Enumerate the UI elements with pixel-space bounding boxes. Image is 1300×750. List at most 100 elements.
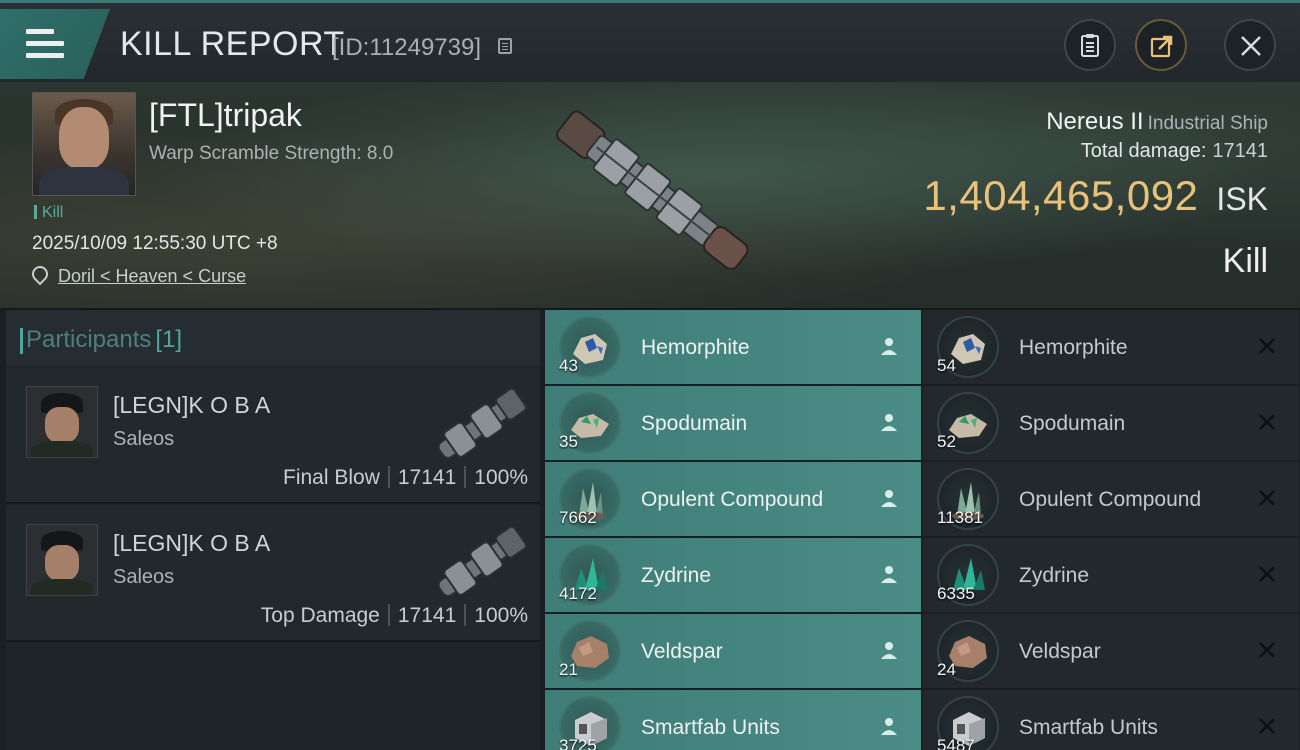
close-button[interactable]: [1224, 19, 1276, 71]
total-damage-value: 17141: [1212, 140, 1268, 162]
item-quantity: 24: [937, 660, 956, 679]
item-name: Spodumain: [1019, 412, 1126, 435]
item-quantity: 3725: [559, 736, 597, 750]
close-icon: [1241, 36, 1261, 56]
victim-banner: [FTL]tripak Warp Scramble Strength: 8.0 …: [0, 82, 1300, 310]
share-icon: [1150, 35, 1173, 58]
dropped-item[interactable]: 35 Spodumain: [545, 386, 921, 460]
participant-name: [LEGN]K O B A: [113, 530, 271, 556]
participant-role: Final Blow: [283, 466, 380, 489]
participant-ship: Saleos: [113, 428, 175, 450]
header-bar: KILL REPORT [ID:11249739]: [0, 0, 1300, 82]
kill-id: [ID:11249739]: [332, 34, 482, 61]
item-name: Spodumain: [641, 412, 748, 435]
page-title: KILL REPORT: [120, 25, 345, 63]
item-name: Veldspar: [641, 640, 723, 663]
destroyed-item[interactable]: 52 Spodumain: [923, 386, 1299, 460]
participant-damage: 17141: [397, 466, 457, 489]
total-damage-label: Total damage:: [1080, 140, 1207, 162]
victim-name[interactable]: [FTL]tripak: [149, 97, 302, 134]
dropped-item[interactable]: 3725 Smartfab Units: [545, 690, 921, 750]
isk-label: ISK: [1216, 181, 1268, 217]
item-name: Veldspar: [1019, 640, 1101, 663]
destroyed-item[interactable]: 11381 Opulent Compound: [923, 462, 1299, 536]
dropped-item[interactable]: 43 Hemorphite: [545, 310, 921, 384]
item-quantity: 7662: [559, 508, 597, 527]
person-icon: [881, 490, 897, 507]
participants-header: Participants [1]: [6, 310, 540, 366]
victim-ship-image[interactable]: [530, 94, 780, 294]
dropped-item[interactable]: 7662 Opulent Compound: [545, 462, 921, 536]
kill-timestamp: 2025/10/09 12:55:30 UTC +8: [32, 233, 278, 254]
kill-type-tag: Kill: [34, 204, 63, 222]
destroyed-item[interactable]: 24 Veldspar: [923, 614, 1299, 688]
item-quantity: 52: [937, 432, 956, 451]
item-name: Hemorphite: [1019, 336, 1128, 359]
item-name: Smartfab Units: [1019, 716, 1158, 739]
isk-amount: 1,404,465,092: [923, 172, 1199, 219]
participant-ship: Saleos: [113, 566, 175, 588]
item-name: Smartfab Units: [641, 716, 780, 739]
x-icon: [1259, 642, 1275, 658]
x-icon: [1259, 718, 1275, 734]
participant-portrait[interactable]: [26, 524, 98, 596]
isk-value: 1,404,465,092 ISK: [923, 172, 1268, 220]
clipboard-icon: [1081, 34, 1099, 57]
item-quantity: 35: [559, 432, 578, 451]
participants-title: Participants [1]: [19, 326, 183, 354]
item-name: Opulent Compound: [1019, 488, 1202, 511]
participant-name: [LEGN]K O B A: [113, 392, 271, 418]
item-quantity: 54: [937, 356, 956, 375]
victim-ship: Nereus II Industrial Ship: [1046, 108, 1268, 136]
person-icon: [881, 338, 897, 355]
ship-class: Industrial Ship: [1147, 113, 1268, 134]
person-icon: [881, 414, 897, 431]
person-icon: [881, 718, 897, 735]
participants-panel: Participants [1] [LEGN]K O B A Saleos Fin…: [6, 310, 540, 750]
participant-percent: 100%: [474, 604, 528, 627]
participant-damage: 17141: [397, 604, 457, 627]
item-quantity: 5487: [937, 736, 975, 750]
x-icon: [1259, 338, 1275, 354]
item-name: Zydrine: [1019, 564, 1090, 587]
participant-portrait[interactable]: [26, 386, 98, 458]
destroyed-item[interactable]: 54 Hemorphite: [923, 310, 1299, 384]
x-icon: [1259, 490, 1275, 506]
item-quantity: 11381: [937, 508, 984, 527]
item-name: Hemorphite: [641, 336, 750, 359]
item-quantity: 21: [559, 660, 578, 679]
menu-button[interactable]: [0, 9, 110, 79]
x-icon: [1259, 414, 1275, 430]
participant-card[interactable]: [LEGN]K O B A Saleos Top Damage 17141 100%: [6, 506, 540, 642]
participant-role: Top Damage: [260, 604, 380, 627]
destroyed-item[interactable]: 6335 Zydrine: [923, 538, 1299, 612]
ship-name[interactable]: Nereus II: [1046, 108, 1143, 135]
item-quantity: 6335: [937, 584, 975, 603]
total-damage: Total damage: 17141: [1081, 140, 1268, 163]
hamburger-icon: [26, 29, 64, 65]
kill-location[interactable]: Doril < Heaven < Curse: [28, 262, 246, 287]
location-pin-icon: [28, 262, 52, 286]
dropped-item[interactable]: 4172 Zydrine: [545, 538, 921, 612]
item-quantity: 4172: [559, 584, 597, 603]
share-button[interactable]: [1135, 19, 1187, 71]
items-grid: 43 Hemorphite 54 Hemorphite 35 Spodumain…: [543, 308, 1300, 750]
kill-result: Kill: [1222, 242, 1268, 280]
participant-ship-image: [437, 525, 527, 597]
victim-portrait[interactable]: [32, 92, 136, 196]
destroyed-item[interactable]: 5487 Smartfab Units: [923, 690, 1299, 750]
participant-card[interactable]: [LEGN]K O B A Saleos Final Blow 17141 100%: [6, 368, 540, 504]
participant-percent: 100%: [474, 466, 528, 489]
person-icon: [881, 566, 897, 583]
participant-stats: Top Damage 17141 100%: [261, 604, 528, 628]
copy-icon[interactable]: [498, 38, 512, 54]
dropped-item[interactable]: 21 Veldspar: [545, 614, 921, 688]
participant-ship-image: [437, 387, 527, 459]
x-icon: [1259, 566, 1275, 582]
item-name: Zydrine: [641, 564, 712, 587]
item-name: Opulent Compound: [641, 488, 824, 511]
notes-button[interactable]: [1064, 19, 1116, 71]
location-link[interactable]: Doril < Heaven < Curse: [58, 266, 246, 286]
participant-stats: Final Blow 17141 100%: [283, 466, 528, 490]
item-quantity: 43: [559, 356, 578, 375]
